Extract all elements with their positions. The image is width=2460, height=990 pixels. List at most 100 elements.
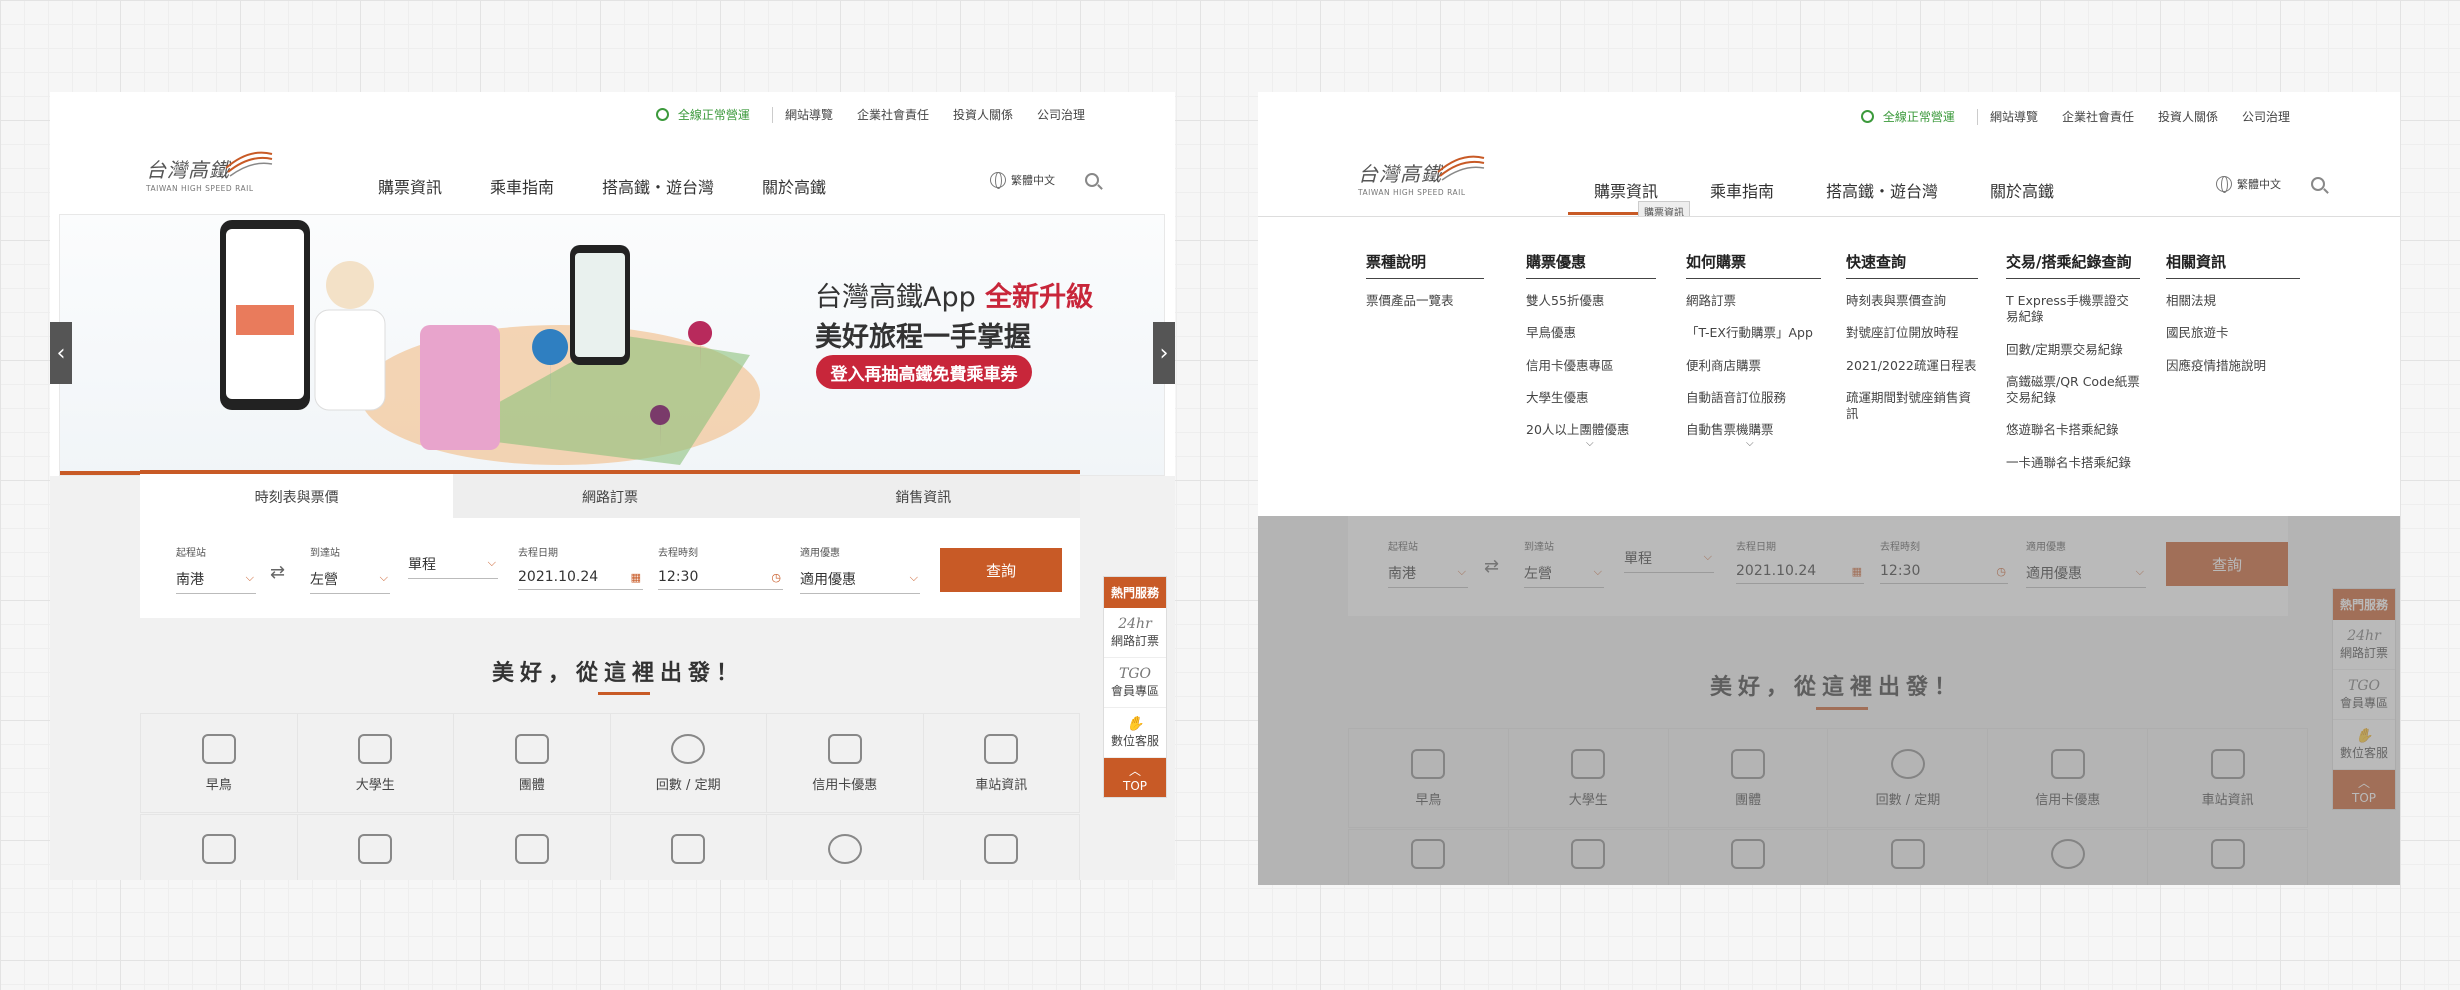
slogan: 美好，從這裡出發！ (492, 661, 745, 686)
hot-chat[interactable]: ✋ 數位客服 (1104, 708, 1166, 758)
chevron-down-icon[interactable]: ⌵ (1686, 438, 1821, 449)
next-arrow-icon[interactable]: › (1153, 322, 1175, 384)
tab-sales-info[interactable]: 銷售資訊 (767, 474, 1080, 520)
service-grid-row2 (140, 814, 1080, 880)
service-early-bird[interactable]: 早鳥 (141, 714, 298, 813)
service-multi-ride[interactable]: 回數 / 定期 (610, 714, 767, 813)
mega-link[interactable]: 相關法規 (2166, 293, 2300, 309)
mega-link[interactable]: 雙人55折優惠 (1526, 293, 1656, 309)
nav-guide[interactable]: 乘車指南 (490, 174, 554, 198)
dim-overlay[interactable] (1258, 516, 2400, 885)
mega-link[interactable]: 國民旅遊卡 (2166, 325, 2300, 341)
nav-about[interactable]: 關於高鐵 (1990, 178, 2054, 202)
cycle-icon (671, 733, 706, 764)
mega-link[interactable]: 大學生優惠 (1526, 390, 1656, 406)
service-station-info[interactable]: 車站資訊 (923, 714, 1080, 813)
logo[interactable]: 台灣高鐵 TAIWAN HIGH SPEED RAIL (1358, 155, 1485, 197)
mega-link[interactable]: 時刻表與票價查詢 (1846, 293, 1978, 309)
link-investor[interactable]: 投資人關係 (2158, 108, 2218, 125)
mega-link[interactable]: 2021/2022疏運日程表 (1846, 358, 1978, 374)
service-item[interactable] (767, 815, 924, 880)
swap-icon[interactable]: ⇄ (270, 562, 285, 583)
language-switch[interactable]: 繁體中文 (2237, 176, 2281, 192)
mega-link[interactable]: 高鐵磁票/QR Code紙票交易紀錄 (2006, 374, 2140, 407)
time-field[interactable]: 去程時刻 12:30 ◷ (658, 544, 783, 590)
hot-online-booking[interactable]: 24hr 網路訂票 (1104, 608, 1166, 658)
mega-link[interactable]: 自動語音訂位服務 (1686, 390, 1821, 406)
mega-link[interactable]: 悠遊聯名卡搭乘紀錄 (2006, 422, 2140, 438)
promo-banner[interactable]: 台灣高鐵App 全新升級 美好旅程一手掌握 登入再抽高鐵免費乘車券 (59, 214, 1165, 476)
mega-link[interactable]: 疏運期間對號座銷售資訊 (1846, 390, 1978, 423)
nav-guide[interactable]: 乘車指南 (1710, 178, 1774, 202)
nav-ticketing[interactable]: 購票資訊 (378, 174, 442, 198)
dest-field[interactable]: 到達站左營 ⌵ (310, 544, 390, 594)
chevron-down-icon: ⌵ (245, 571, 254, 584)
service-credit-card[interactable]: 信用卡優惠 (767, 714, 924, 813)
tgo-icon: TGO (1119, 666, 1151, 682)
logo[interactable]: 台灣高鐵 TAIWAN HIGH SPEED RAIL (146, 151, 273, 193)
hot-label: 網路訂票 (1110, 634, 1159, 648)
train-icon (514, 834, 549, 864)
mega-heading: 購票優惠 (1526, 251, 1656, 279)
discount-field[interactable]: 適用優惠適用優惠⌵ (800, 544, 920, 594)
nav-ticketing[interactable]: 購票資訊 (1594, 178, 1658, 202)
logo-swoosh-icon (225, 151, 273, 177)
service-group[interactable]: 團體 (454, 714, 611, 813)
tab-online-booking[interactable]: 網路訂票 (453, 474, 766, 520)
chevron-down-icon[interactable]: ⌵ (1526, 438, 1656, 449)
trip-type-select[interactable]: 單程 ⌵ (408, 544, 498, 579)
hot-services: 熱門服務 24hr 網路訂票 TGO 會員專區 ✋ 數位客服 ︿TOP (1103, 576, 1167, 798)
mega-link[interactable]: 一卡通聯名卡搭乘紀錄 (2006, 455, 2140, 471)
mega-col-discounts: 購票優惠 雙人55折優惠 早鳥優惠 信用卡優惠專區 大學生優惠 20人以上團體優… (1526, 251, 1656, 449)
service-item[interactable] (298, 815, 454, 880)
link-governance[interactable]: 公司治理 (2242, 108, 2290, 125)
link-investor[interactable]: 投資人關係 (953, 106, 1013, 123)
prev-arrow-icon[interactable]: ‹ (50, 322, 72, 384)
hot-member[interactable]: TGO 會員專區 (1104, 658, 1166, 708)
origin-label: 起程站 (176, 548, 206, 559)
nav-travel[interactable]: 搭高鐵・遊台灣 (602, 174, 714, 198)
banner-cta[interactable]: 登入再抽高鐵免費乘車券 (816, 355, 1032, 389)
dest-value: 左營 (310, 572, 338, 588)
mega-link[interactable]: 票價產品一覽表 (1366, 293, 1484, 309)
mega-link[interactable]: 便利商店購票 (1686, 358, 1821, 374)
date-field[interactable]: 去程日期 2021.10.24 ▦ (518, 544, 643, 590)
mega-link[interactable]: 「T-EX行動購票」App (1686, 325, 1821, 341)
service-status[interactable]: 全線正常營運 (655, 106, 750, 123)
link-csr[interactable]: 企業社會責任 (2062, 108, 2134, 125)
mega-link[interactable]: 網路訂票 (1686, 293, 1821, 309)
search-icon[interactable] (2311, 177, 2325, 191)
chevron-down-icon: ⌵ (379, 571, 388, 584)
back-to-top-button[interactable]: ︿TOP (1104, 758, 1166, 797)
link-sitemap[interactable]: 網站導覽 (785, 106, 833, 123)
search-icon[interactable] (1085, 173, 1099, 187)
service-student[interactable]: 大學生 (297, 714, 454, 813)
service-item[interactable] (611, 815, 767, 880)
service-item[interactable] (924, 815, 1080, 880)
mega-link[interactable]: T Express手機票證交易紀錄 (2006, 293, 2140, 326)
mega-link[interactable]: 早鳥優惠 (1526, 325, 1656, 341)
mega-link[interactable]: 自動售票機購票 (1686, 422, 1821, 438)
tab-timetable[interactable]: 時刻表與票價 (140, 474, 454, 520)
origin-field[interactable]: 起程站南港 ⌵ (176, 544, 256, 594)
logo-swoosh-icon (1437, 155, 1485, 181)
mega-link[interactable]: 20人以上團體優惠 (1526, 422, 1656, 438)
mega-link[interactable]: 信用卡優惠專區 (1526, 358, 1656, 374)
service-item[interactable] (454, 815, 611, 880)
mega-link[interactable]: 回數/定期票交易紀錄 (2006, 342, 2140, 358)
logo-en: TAIWAN HIGH SPEED RAIL (146, 184, 254, 193)
language-switch[interactable]: 繁體中文 (1011, 172, 1055, 188)
mega-heading: 快速查詢 (1846, 251, 1978, 279)
service-status[interactable]: 全線正常營運 (1860, 108, 1955, 125)
link-sitemap[interactable]: 網站導覽 (1990, 108, 2038, 125)
nav-about[interactable]: 關於高鐵 (762, 174, 826, 198)
query-button[interactable]: 查詢 (940, 548, 1062, 592)
mega-link[interactable]: 因應疫情措施說明 (2166, 358, 2300, 374)
mega-link[interactable]: 對號座訂位開放時程 (1846, 325, 1978, 341)
link-csr[interactable]: 企業社會責任 (857, 106, 929, 123)
discount-label: 適用優惠 (800, 548, 840, 559)
link-governance[interactable]: 公司治理 (1037, 106, 1085, 123)
nav-travel[interactable]: 搭高鐵・遊台灣 (1826, 178, 1938, 202)
chat-icon: ✋ (1126, 716, 1144, 732)
service-item[interactable] (141, 815, 298, 880)
